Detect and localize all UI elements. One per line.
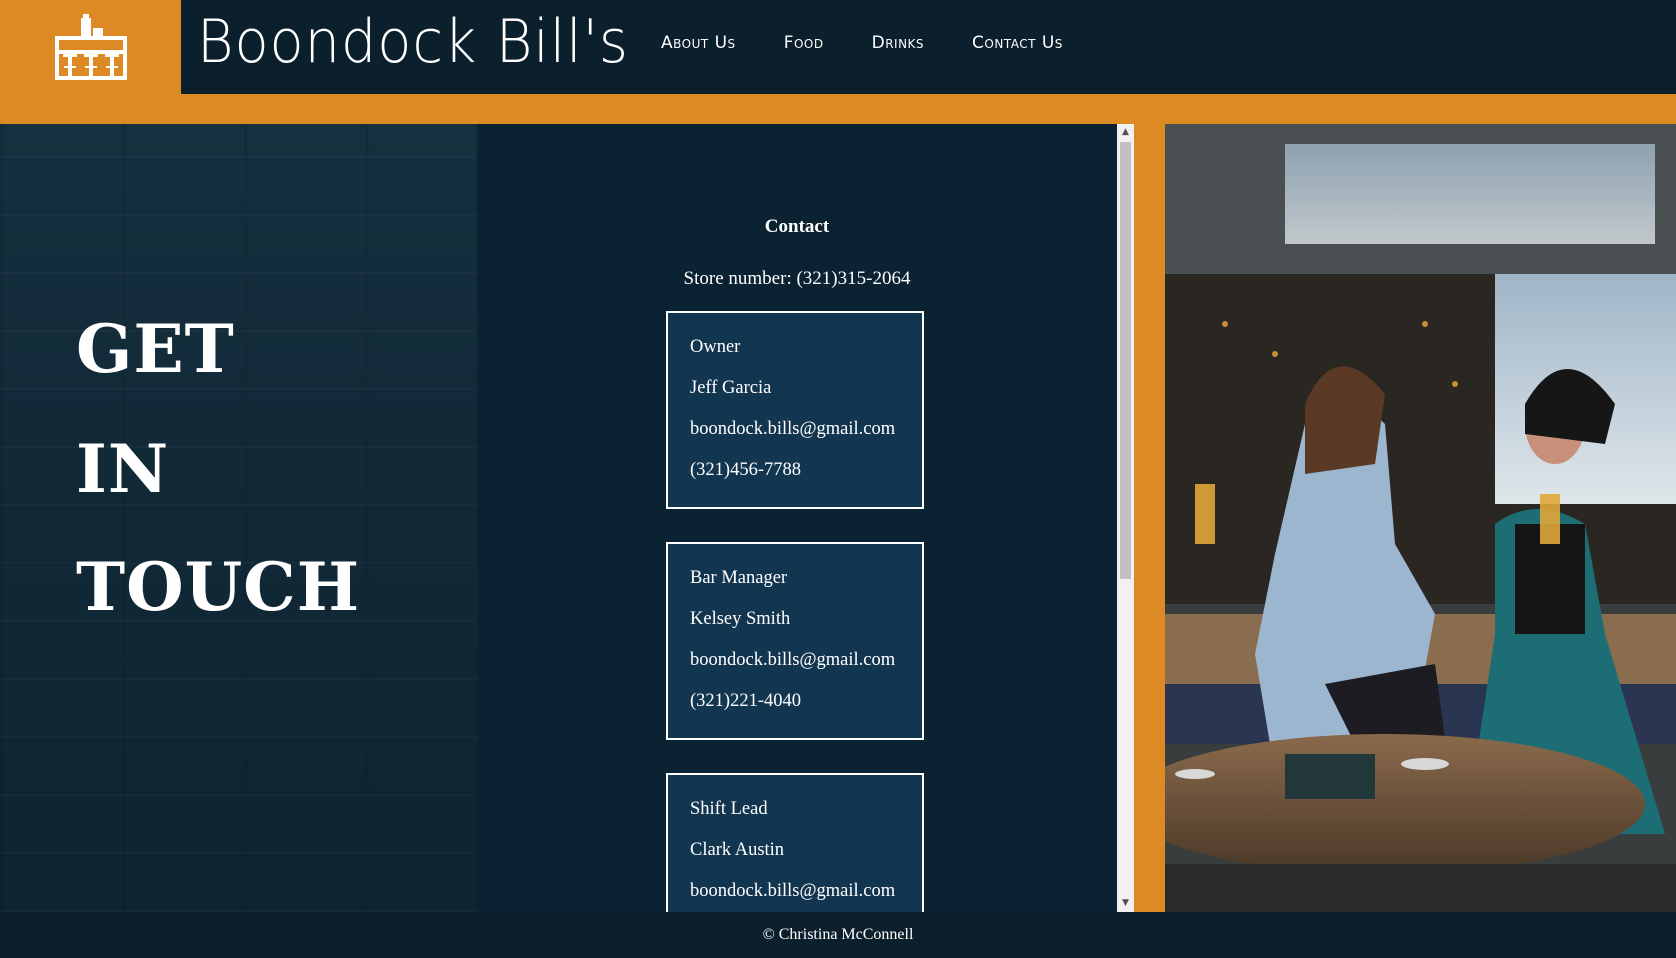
scroll-up-arrow-icon[interactable]: ▲ (1117, 124, 1134, 141)
contact-card-owner: Owner Jeff Garcia boondock.bills@gmail.c… (666, 311, 924, 509)
card-phone: (321)221-4040 (690, 691, 801, 711)
site-header: Boondock Bill's About Us Food Drinks Con… (0, 0, 1676, 94)
hero-line-get: GET (76, 310, 235, 388)
nav-contact-us[interactable]: Contact Us (972, 33, 1063, 53)
friends-at-bar-photo (1165, 124, 1676, 912)
card-email: boondock.bills@gmail.com (690, 881, 896, 901)
photo-illustration (1165, 124, 1676, 912)
contact-card-bar-manager: Bar Manager Kelsey Smith boondock.bills@… (666, 542, 924, 740)
logo[interactable] (0, 0, 181, 94)
card-name: Clark Austin (690, 840, 785, 860)
contact-card-shift-lead: Shift Lead Clark Austin boondock.bills@g… (666, 773, 924, 912)
scroll-down-arrow-icon[interactable]: ▼ (1117, 895, 1134, 912)
hero-line-in: IN (76, 430, 170, 508)
main-nav: About Us Food Drinks Contact Us (661, 33, 1111, 53)
card-email: boondock.bills@gmail.com (690, 650, 896, 670)
bar-counter-icon (54, 14, 127, 80)
accent-band (0, 94, 1676, 124)
nav-drinks[interactable]: Drinks (872, 33, 924, 53)
nav-about-us[interactable]: About Us (661, 33, 736, 53)
card-role: Shift Lead (690, 799, 768, 819)
card-email: boondock.bills@gmail.com (690, 419, 896, 439)
contact-heading: Contact (764, 216, 830, 237)
hero-line-touch: TOUCH (76, 548, 361, 626)
scrollbar[interactable]: ▲ ▼ (1117, 124, 1134, 912)
accent-strip (1134, 124, 1165, 912)
nav-food[interactable]: Food (784, 33, 824, 53)
card-name: Kelsey Smith (690, 609, 791, 629)
scrollbar-thumb[interactable] (1120, 142, 1131, 579)
store-number: Store number: (321)315-2064 (683, 268, 911, 289)
card-phone: (321)456-7788 (690, 460, 801, 480)
card-name: Jeff Garcia (690, 378, 772, 398)
card-role: Owner (690, 337, 741, 357)
card-role: Bar Manager (690, 568, 788, 588)
contact-scroll-area[interactable]: Contact Store number: (321)315-2064 Owne… (477, 124, 1117, 912)
site-footer: © Christina McConnell (0, 912, 1676, 958)
copyright-text: © Christina McConnell (762, 926, 914, 943)
hero-panel: GET IN TOUCH (0, 124, 477, 912)
brand-title[interactable]: Boondock Bill's (197, 2, 629, 82)
